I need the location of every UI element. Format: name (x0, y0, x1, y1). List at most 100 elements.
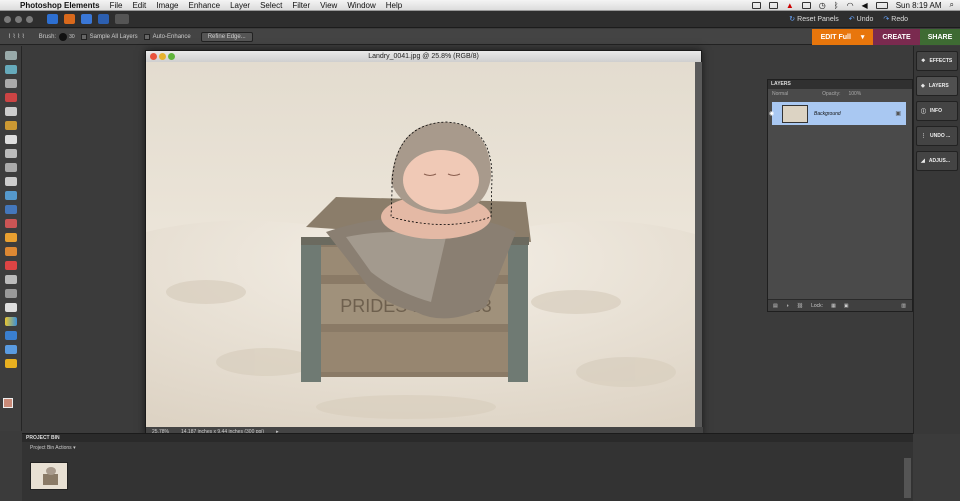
selection-tool-icons[interactable]: ⌇ ⌇ ⌇ ⌇ (8, 33, 25, 40)
eye-visibility-icon[interactable]: ◉ (769, 110, 774, 117)
type-tool-icon[interactable] (5, 163, 17, 172)
clock-status-icon[interactable]: ◷ (819, 1, 826, 10)
layer-name[interactable]: Background (814, 111, 841, 117)
clock[interactable]: Sun 8:19 AM (896, 1, 942, 10)
arrange-menu-icon[interactable] (115, 14, 129, 24)
auto-enhance-label: Auto-Enhance (152, 33, 191, 40)
menu-help[interactable]: Help (386, 1, 402, 10)
sample-all-layers-checkbox[interactable] (80, 33, 87, 40)
lock-all-icon[interactable]: ▣ (844, 303, 849, 309)
tab-share[interactable]: SHARE (920, 29, 960, 45)
blur-tool-icon[interactable] (5, 345, 17, 354)
link-icon[interactable]: ⛓ (797, 303, 803, 309)
minimize-icon[interactable] (159, 53, 166, 60)
undo-history-label: UNDO ... (930, 133, 951, 139)
reset-panels-label: Reset Panels (797, 16, 839, 23)
quick-selection-tool-icon[interactable] (5, 149, 17, 158)
window-control-icon[interactable] (15, 15, 22, 23)
clone-stamp-tool-icon[interactable] (5, 247, 17, 256)
healing-brush-tool-icon[interactable] (5, 233, 17, 242)
menu-file[interactable]: File (110, 1, 123, 10)
menu-view[interactable]: View (320, 1, 337, 10)
spotlight-search-icon[interactable]: ⌕ (950, 0, 954, 10)
project-bin-actions-label: Project Bin Actions (30, 445, 72, 451)
close-icon[interactable] (150, 53, 157, 60)
window-control-icon[interactable] (4, 15, 11, 23)
foreground-color-swatch[interactable] (3, 398, 13, 408)
battery-icon[interactable] (875, 1, 888, 9)
paint-bucket-tool-icon[interactable] (5, 303, 17, 312)
image-canvas[interactable]: PRIDES DAIRY 53 (146, 62, 695, 427)
layers-panel-button[interactable]: ◈ LAYERS (916, 76, 958, 96)
smart-brush-tool-icon[interactable] (5, 289, 17, 298)
menu-layer[interactable]: Layer (230, 1, 250, 10)
opacity-input[interactable]: 100% (848, 91, 861, 97)
move-tool-icon[interactable] (5, 51, 17, 60)
shape-tool-icon[interactable] (5, 331, 17, 340)
menu-select[interactable]: Select (260, 1, 282, 10)
wifi-icon[interactable]: ◠ (847, 1, 854, 10)
crop-tool-icon[interactable] (5, 177, 17, 186)
project-bin-actions-menu[interactable]: Project Bin Actions ▾ (22, 442, 913, 454)
brush-size[interactable]: 30 (69, 34, 75, 40)
layer-row[interactable]: ◉ Background ▣ (769, 102, 906, 125)
cookie-cutter-tool-icon[interactable] (5, 191, 17, 200)
new-layer-icon[interactable]: ▤ (773, 303, 778, 309)
magic-wand-tool-icon[interactable] (5, 135, 17, 144)
volume-icon[interactable]: ◀ (862, 1, 868, 10)
app-name-menu[interactable]: Photoshop Elements (20, 1, 100, 10)
refine-edge-button[interactable]: Refine Edge... (200, 31, 253, 42)
marquee-tool-icon[interactable] (5, 107, 17, 116)
eyedropper-tool-icon[interactable] (5, 93, 17, 102)
redo-button[interactable]: ↷ Redo (883, 15, 908, 23)
project-bin-scrollbar[interactable] (904, 458, 911, 498)
organizer-icon[interactable] (47, 14, 58, 24)
effects-panel-button[interactable]: ❖ EFFECTS (916, 51, 958, 71)
chevron-down-icon[interactable]: ▾ (861, 33, 865, 41)
window-control-icon[interactable] (26, 15, 33, 23)
effects-label: EFFECTS (929, 58, 953, 64)
help-icon[interactable] (98, 14, 109, 24)
undo-button[interactable]: ↶ Undo (849, 15, 874, 23)
layers-label: LAYERS (928, 83, 949, 89)
tab-create[interactable]: CREATE (873, 29, 920, 45)
reset-panels-button[interactable]: ↻ Reset Panels (789, 15, 839, 23)
adjustment-layer-icon[interactable]: ◑ (786, 303, 789, 309)
menu-edit[interactable]: Edit (132, 1, 146, 10)
auto-enhance-checkbox[interactable] (143, 33, 150, 40)
gradient-tool-icon[interactable] (5, 317, 17, 326)
undo-history-panel-button[interactable]: ⋮ UNDO ... (916, 126, 958, 146)
zoom-window-icon[interactable] (168, 53, 175, 60)
photo-downloader-icon[interactable] (64, 14, 75, 24)
hand-tool-icon[interactable] (5, 79, 17, 88)
info-panel-button[interactable]: ⓘ INFO (916, 101, 958, 121)
layers-options: Normal Opacity: 100% (768, 89, 912, 99)
trash-icon[interactable]: ▥ (901, 303, 906, 309)
sponge-tool-icon[interactable] (5, 359, 17, 368)
status-icon[interactable] (768, 1, 778, 9)
vertical-scrollbar[interactable] (695, 62, 702, 427)
save-icon[interactable] (81, 14, 92, 24)
bluetooth-icon[interactable]: ᛒ (834, 1, 839, 10)
menu-filter[interactable]: Filter (292, 1, 310, 10)
blend-mode-select[interactable]: Normal (772, 91, 788, 97)
red-eye-tool-icon[interactable] (5, 219, 17, 228)
display-icon[interactable] (801, 1, 811, 9)
project-bin-thumbnail[interactable] (30, 462, 68, 490)
tab-edit[interactable]: EDIT Full ▾ (812, 29, 873, 45)
straighten-tool-icon[interactable] (5, 205, 17, 214)
brush-tool-icon[interactable] (5, 275, 17, 284)
menu-window[interactable]: Window (347, 1, 375, 10)
document-titlebar[interactable]: Landry_0041.jpg @ 25.8% (RGB/8) (146, 51, 701, 62)
adjustments-panel-button[interactable]: ◢ ADJUS... (916, 151, 958, 171)
menu-image[interactable]: Image (156, 1, 178, 10)
warning-icon[interactable]: ▲ (786, 1, 794, 10)
menu-enhance[interactable]: Enhance (188, 1, 220, 10)
zoom-tool-icon[interactable] (5, 65, 17, 74)
redo-icon: ↷ (883, 16, 890, 23)
lock-transparency-icon[interactable]: ▦ (831, 303, 836, 309)
brush-preview-icon[interactable] (59, 32, 68, 41)
eraser-tool-icon[interactable] (5, 261, 17, 270)
lasso-tool-icon[interactable] (5, 121, 17, 130)
status-icon[interactable] (751, 1, 761, 9)
